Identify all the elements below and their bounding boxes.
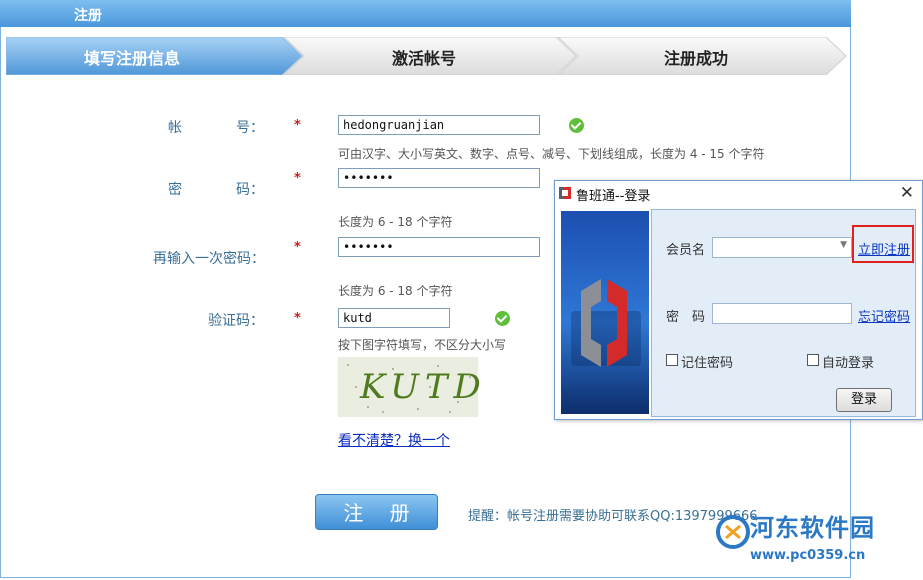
- step-activate: 激活帐号: [392, 49, 457, 68]
- register-button[interactable]: 注 册: [315, 494, 438, 530]
- member-combobox[interactable]: ▼: [712, 237, 852, 258]
- step-success: 注册成功: [664, 49, 729, 68]
- chevron-down-icon[interactable]: ▼: [840, 240, 847, 250]
- auto-login-label: 自动登录: [822, 356, 875, 371]
- account-hint: 可由汉字、大小写英文、数字、点号、减号、下划线组成，长度为 4 - 15 个字符: [338, 147, 765, 161]
- confirm-password-input[interactable]: [338, 237, 540, 257]
- window-title: 注册: [74, 8, 102, 24]
- captcha-text: KUTD: [360, 367, 487, 407]
- login-title: 鲁班通--登录: [576, 189, 651, 204]
- password-label-a: 密: [168, 182, 182, 198]
- required-mark: *: [294, 118, 301, 133]
- watermark-name: 河东软件园: [750, 514, 875, 542]
- captcha-input[interactable]: [338, 308, 450, 328]
- captcha-label: 验证码：: [208, 313, 264, 329]
- login-banner: [561, 211, 649, 414]
- password-label: 密 码: [666, 310, 706, 325]
- reminder-text: 提醒：帐号注册需要协助可联系QQ:1397999666: [468, 509, 758, 524]
- login-password-input[interactable]: [712, 303, 852, 324]
- account-label-b: 号：: [236, 120, 264, 136]
- step-fill-info: 填写注册信息: [84, 49, 181, 68]
- confirm-password-label: 再输入一次密码：: [153, 251, 265, 267]
- captcha-refresh-link[interactable]: 看不清楚？换一个: [338, 430, 450, 450]
- app-icon: [559, 187, 571, 199]
- captcha-hint: 按下图字符填写，不区分大小写: [338, 338, 507, 352]
- highlight-annotation: [852, 225, 914, 263]
- login-dialog: 鲁班通--登录 ✕ 会员名 ▼ 立即注册 密 码 忘记密码 记住密码 自动登录 …: [554, 180, 923, 420]
- required-mark: *: [294, 171, 301, 186]
- login-titlebar: 鲁班通--登录 ✕: [555, 181, 922, 207]
- watermark-url: www.pc0359.cn: [750, 548, 866, 563]
- auto-login-checkbox[interactable]: [807, 354, 819, 366]
- confirm-password-hint: 长度为 6 - 18 个字符: [338, 284, 453, 298]
- account-label-a: 帐: [168, 120, 182, 136]
- window-titlebar: 注册: [0, 0, 851, 27]
- member-label: 会员名: [666, 243, 706, 258]
- required-mark: *: [294, 240, 301, 255]
- password-label-b: 码：: [236, 182, 264, 198]
- check-icon: [569, 118, 584, 133]
- account-input[interactable]: [338, 115, 540, 135]
- password-hint: 长度为 6 - 18 个字符: [338, 215, 453, 229]
- required-mark: *: [294, 311, 301, 326]
- logo-icon: [571, 279, 641, 367]
- forgot-password-link[interactable]: 忘记密码: [858, 306, 910, 325]
- login-button[interactable]: 登录: [836, 388, 892, 412]
- watermark-logo-icon: [716, 515, 750, 549]
- remember-password-checkbox[interactable]: [666, 354, 678, 366]
- remember-password-label: 记住密码: [681, 356, 734, 371]
- captcha-image: KUTD: [338, 357, 481, 417]
- close-icon[interactable]: ✕: [900, 183, 914, 203]
- password-input[interactable]: [338, 168, 540, 188]
- check-icon: [495, 311, 510, 326]
